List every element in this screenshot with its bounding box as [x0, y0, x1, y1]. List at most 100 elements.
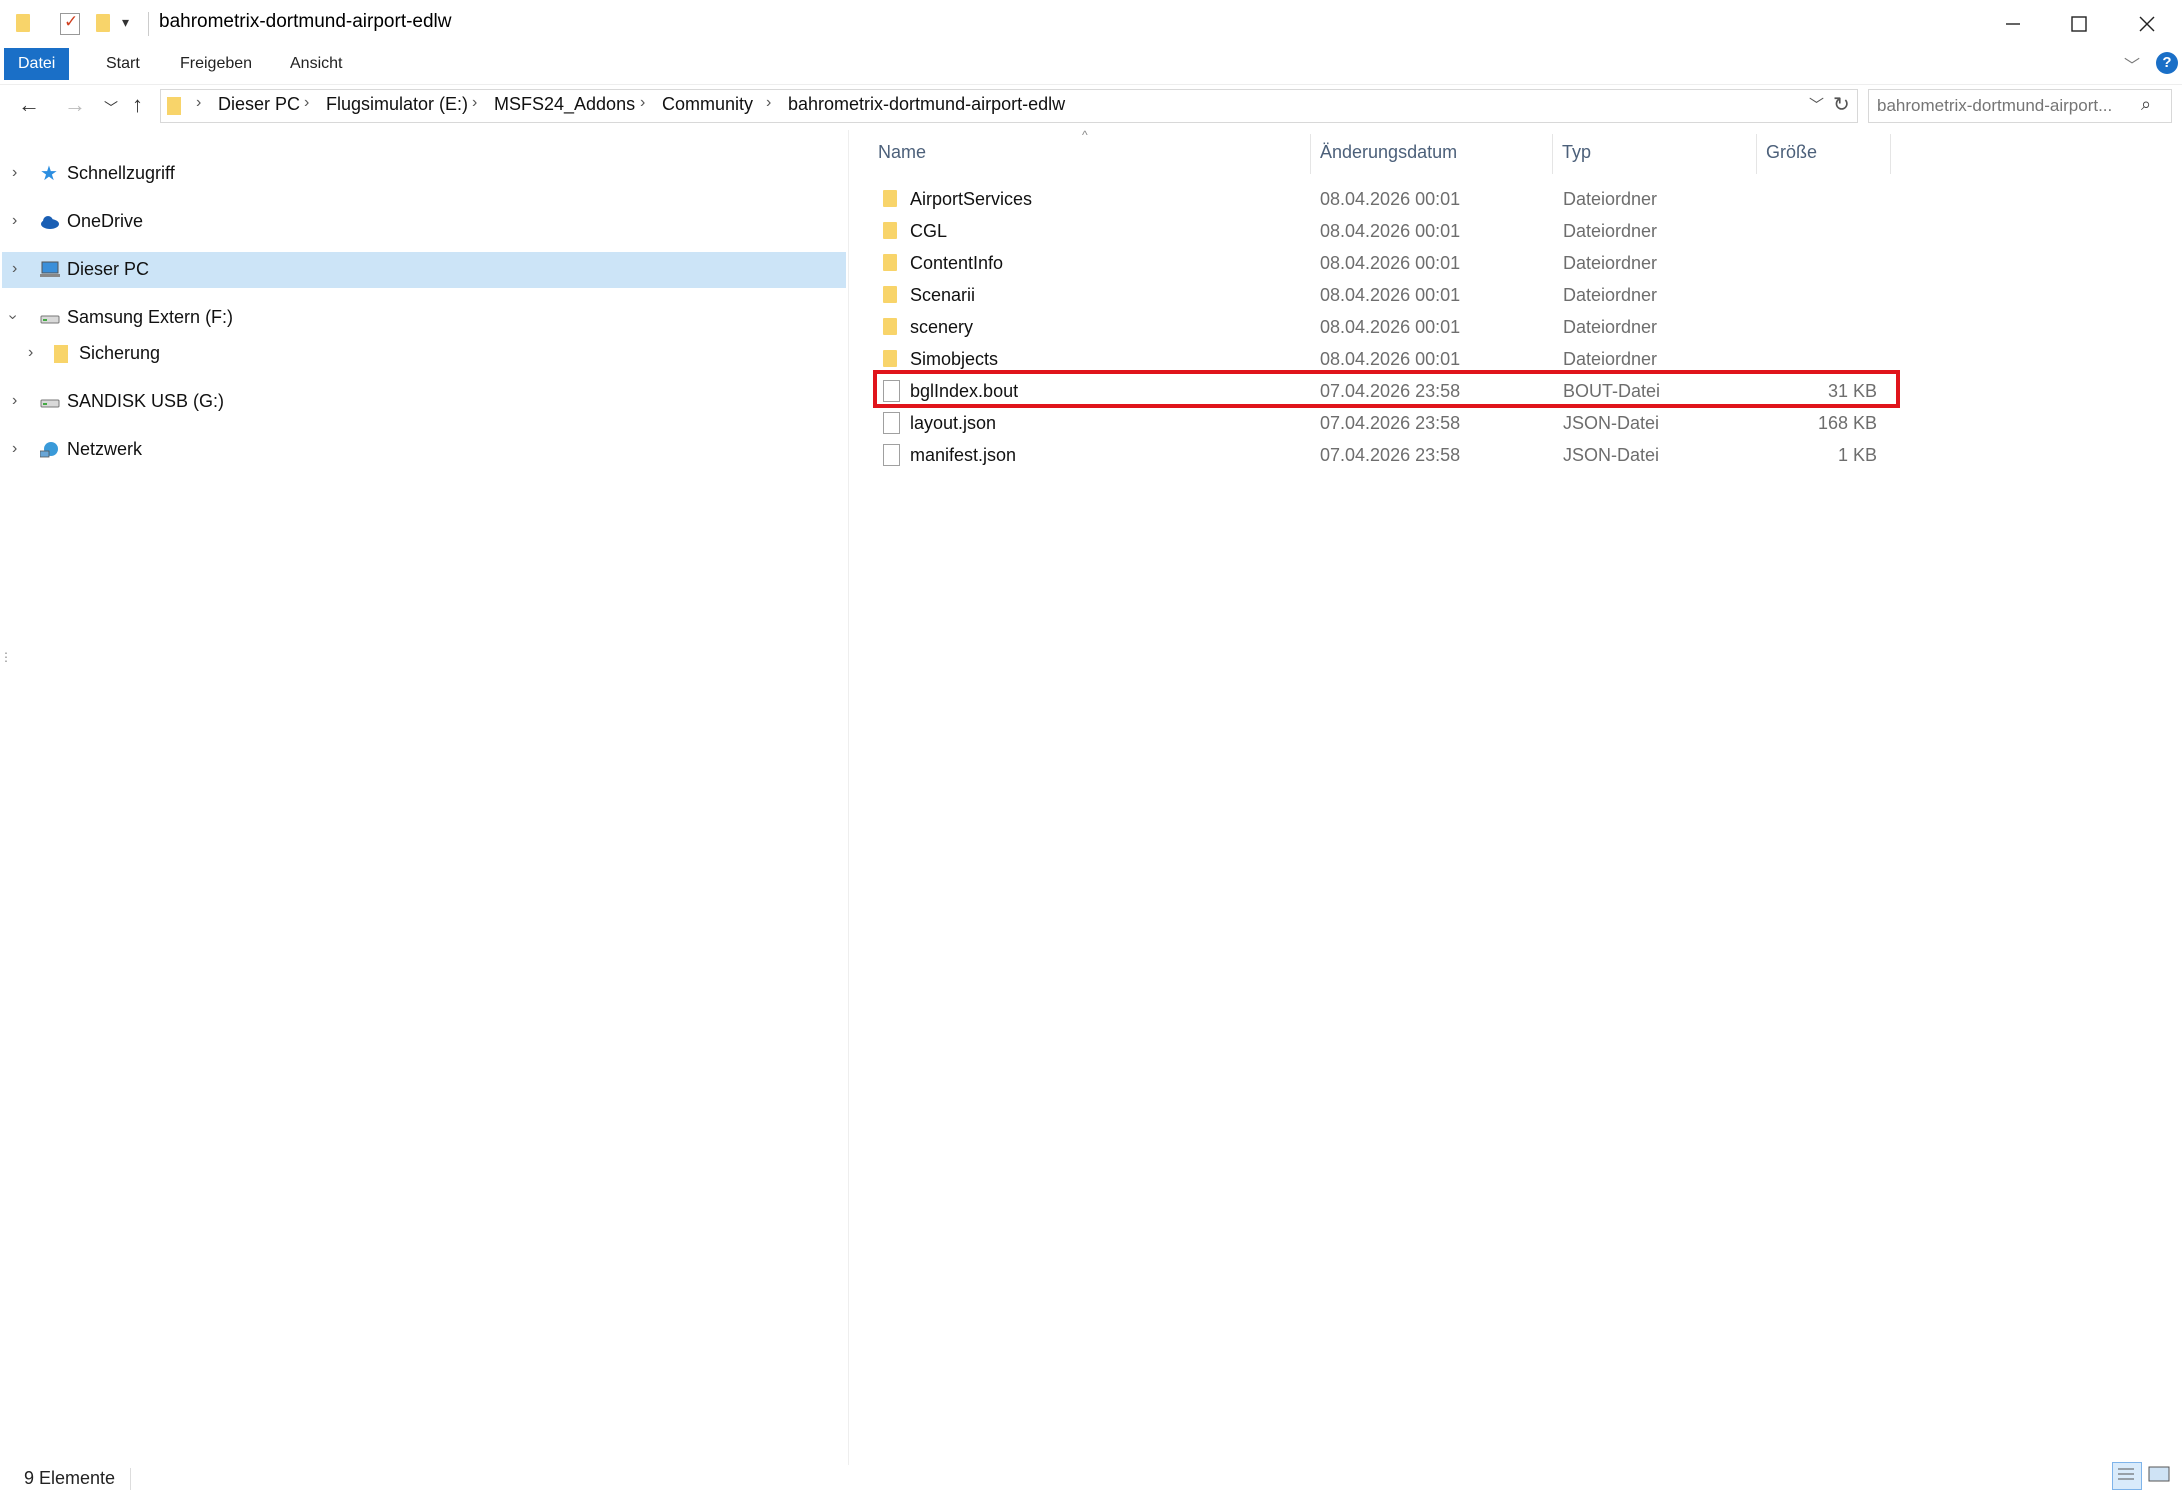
- tab-start[interactable]: Start: [92, 48, 154, 80]
- list-item[interactable]: Scenarii 08.04.2026 00:01 Dateiordner: [872, 280, 1902, 312]
- nav-item-schnellzugriff[interactable]: › ★ Schnellzugriff: [2, 156, 846, 192]
- file-name: scenery: [910, 317, 974, 337]
- star-icon: ★: [40, 163, 58, 185]
- nav-item-dieser-pc[interactable]: › Dieser PC: [2, 252, 846, 288]
- nav-label: Netzwerk: [67, 439, 143, 459]
- column-header-type[interactable]: Typ: [1562, 142, 1591, 163]
- customize-toolbar-icon[interactable]: ▾: [122, 14, 129, 31]
- large-icons-view-button[interactable]: [2146, 1462, 2174, 1488]
- nav-label: Schnellzugriff: [67, 163, 175, 183]
- breadcrumb-current-folder[interactable]: bahrometrix-dortmund-airport-edlw: [788, 94, 1065, 115]
- file-name: layout.json: [910, 413, 997, 433]
- file-date: 07.04.2026 23:58: [1320, 445, 1461, 465]
- search-input[interactable]: [1875, 95, 2141, 117]
- collapse-chevron-icon[interactable]: ›: [4, 314, 22, 319]
- maximize-button[interactable]: [2044, 0, 2114, 48]
- column-divider[interactable]: [1756, 134, 1757, 174]
- file-name: Simobjects: [910, 349, 999, 369]
- breadcrumb-separator-icon[interactable]: ›: [472, 94, 477, 112]
- folder-icon: [883, 350, 897, 367]
- nav-item-samsung-extern[interactable]: › Samsung Extern (F:): [2, 300, 846, 336]
- expand-ribbon-icon[interactable]: ﹀: [2124, 52, 2140, 76]
- expand-chevron-icon[interactable]: ›: [12, 212, 17, 230]
- close-button[interactable]: [2112, 0, 2182, 48]
- column-header-name[interactable]: Name: [878, 142, 926, 163]
- expand-chevron-icon[interactable]: ›: [12, 164, 17, 182]
- up-button[interactable]: ↑: [132, 92, 143, 118]
- tab-ansicht[interactable]: Ansicht: [276, 48, 356, 80]
- nav-item-sandisk-usb[interactable]: › SANDISK USB (G:): [2, 384, 846, 420]
- file-date: 08.04.2026 00:01: [1320, 253, 1461, 273]
- search-box[interactable]: ⌕: [1868, 89, 2172, 123]
- new-folder-icon[interactable]: [96, 14, 110, 32]
- address-dropdown-icon[interactable]: ﹀: [1809, 94, 1824, 115]
- file-type: Dateiordner: [1563, 221, 1658, 241]
- folder-icon: [16, 14, 30, 32]
- list-item[interactable]: CGL 08.04.2026 00:01 Dateiordner: [872, 216, 1902, 248]
- tab-freigeben[interactable]: Freigeben: [166, 48, 266, 80]
- help-icon[interactable]: ?: [2156, 52, 2178, 74]
- file-type: Dateiordner: [1563, 285, 1658, 305]
- expand-chevron-icon[interactable]: ›: [12, 260, 17, 278]
- cloud-icon: [41, 216, 59, 229]
- column-divider[interactable]: [1310, 134, 1311, 174]
- search-icon[interactable]: ⌕: [2141, 94, 2151, 115]
- file-type: Dateiordner: [1563, 317, 1658, 337]
- list-item[interactable]: layout.json 07.04.2026 23:58 JSON-Datei …: [872, 408, 1902, 440]
- file-date: 07.04.2026 23:58: [1320, 413, 1461, 433]
- minimize-button[interactable]: [1978, 0, 2048, 48]
- refresh-icon[interactable]: ↻: [1833, 92, 1850, 117]
- nav-label: SANDISK USB (G:): [67, 391, 225, 411]
- file-date: 08.04.2026 00:01: [1320, 285, 1461, 305]
- nav-item-onedrive[interactable]: › OneDrive: [2, 204, 846, 240]
- list-item[interactable]: manifest.json 07.04.2026 23:58 JSON-Date…: [872, 440, 1902, 472]
- recent-locations-icon[interactable]: ﹀: [104, 98, 118, 118]
- folder-icon: [54, 345, 68, 363]
- file-size: 168 KB: [1817, 413, 1877, 433]
- breadcrumb-separator-icon[interactable]: ›: [640, 94, 645, 112]
- file-name: Scenarii: [910, 285, 976, 305]
- network-icon: [40, 442, 58, 458]
- file-date: 08.04.2026 00:01: [1320, 317, 1461, 337]
- breadcrumb-msfs24-addons[interactable]: MSFS24_Addons: [494, 94, 635, 115]
- column-divider[interactable]: [1890, 134, 1891, 174]
- file-icon: [883, 444, 900, 466]
- file-date: 08.04.2026 00:01: [1320, 349, 1461, 369]
- folder-icon: [883, 318, 897, 335]
- list-item[interactable]: ContentInfo 08.04.2026 00:01 Dateiordner: [872, 248, 1902, 280]
- pane-resize-handle[interactable]: ⋮: [0, 650, 12, 664]
- file-type: JSON-Datei: [1563, 445, 1660, 465]
- back-button[interactable]: ←: [18, 92, 40, 118]
- list-item[interactable]: scenery 08.04.2026 00:01 Dateiordner: [872, 312, 1902, 344]
- breadcrumb-separator-icon[interactable]: ›: [196, 94, 201, 112]
- divider: [148, 12, 149, 36]
- tab-datei[interactable]: Datei: [4, 48, 70, 80]
- folder-icon: [883, 190, 897, 207]
- forward-button[interactable]: →: [64, 92, 86, 118]
- breadcrumb-dieser-pc[interactable]: Dieser PC: [218, 94, 300, 115]
- drive-icon: [40, 315, 60, 324]
- breadcrumb-flugsimulator[interactable]: Flugsimulator (E:): [326, 94, 468, 115]
- list-item[interactable]: AirportServices 08.04.2026 00:01 Dateior…: [872, 184, 1902, 216]
- column-header-date[interactable]: Änderungsdatum: [1320, 142, 1457, 163]
- file-type: Dateiordner: [1563, 349, 1658, 369]
- column-header-size[interactable]: Größe: [1766, 142, 1817, 163]
- nav-item-netzwerk[interactable]: › Netzwerk: [2, 432, 846, 468]
- expand-chevron-icon[interactable]: ›: [12, 392, 17, 410]
- breadcrumb-separator-icon[interactable]: ›: [304, 94, 309, 112]
- nav-item-sicherung[interactable]: › Sicherung: [2, 336, 846, 372]
- maximize-icon: [2071, 16, 2087, 32]
- nav-label: OneDrive: [67, 211, 144, 231]
- expand-chevron-icon[interactable]: ›: [12, 440, 17, 458]
- nav-label: Samsung Extern (F:): [67, 307, 234, 327]
- window-title: bahrometrix-dortmund-airport-edlw: [159, 11, 452, 32]
- column-divider[interactable]: [1552, 134, 1553, 174]
- large-icons-view-icon: [2148, 1466, 2170, 1482]
- details-view-button[interactable]: [2112, 1462, 2142, 1490]
- breadcrumb-community[interactable]: Community: [662, 94, 753, 115]
- folder-icon: [883, 286, 897, 303]
- properties-icon[interactable]: [60, 12, 80, 35]
- breadcrumb-separator-icon[interactable]: ›: [766, 94, 771, 112]
- file-type: Dateiordner: [1563, 189, 1658, 209]
- expand-chevron-icon[interactable]: ›: [28, 344, 33, 362]
